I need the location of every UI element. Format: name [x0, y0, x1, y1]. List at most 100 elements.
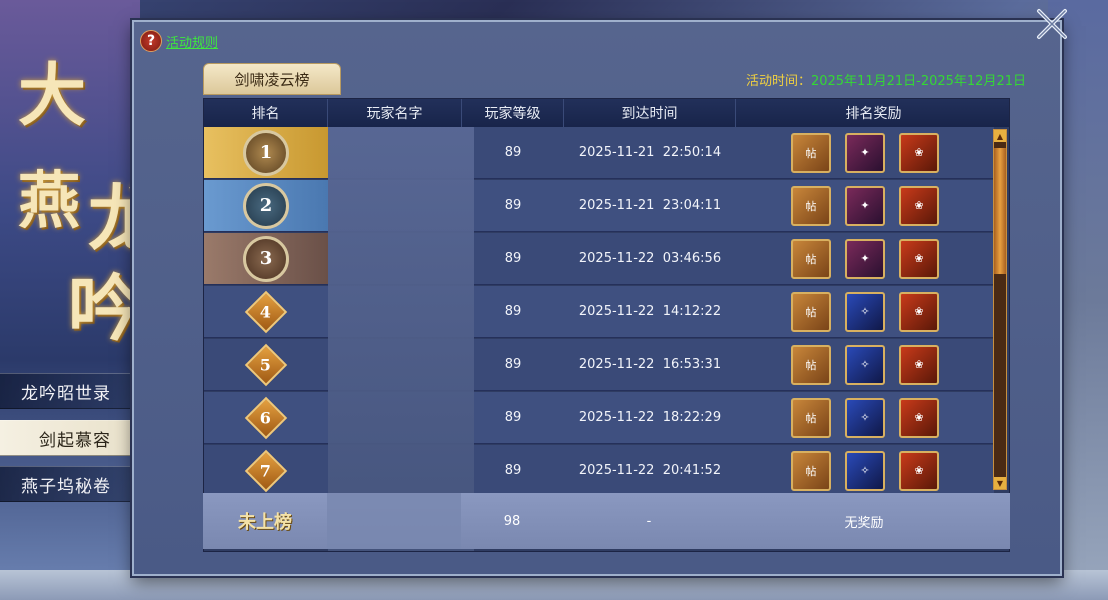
tab-label: 剑啸凌云榜 — [234, 70, 310, 89]
title-char: 吟 — [68, 266, 141, 351]
self-rank: 未上榜 — [203, 493, 327, 549]
sidebar-item-label: 剑起慕容 — [39, 430, 111, 451]
book-icon[interactable]: 帖 — [791, 238, 831, 279]
rank-medal-icon: 1 — [243, 129, 289, 176]
column-header: 玩家名字 — [328, 99, 462, 127]
table-row: 6 89 2025-11-22 18:22:29 帖 ✧ ❀ — [204, 392, 994, 444]
arrival-time-cell: 2025-11-22 18:22:29 — [578, 410, 722, 425]
question-icon: ? — [140, 30, 162, 52]
activity-time: 活动时间：2025年11月21日-2025年12月21日 — [746, 70, 1026, 89]
scroll-thumb[interactable] — [994, 148, 1006, 274]
activity-rules[interactable]: ? 活动规则 — [140, 30, 218, 52]
gift-icon[interactable]: ❀ — [899, 238, 939, 279]
feather-icon[interactable]: ✧ — [845, 397, 885, 438]
reward-cell: 帖 ✧ ❀ — [736, 286, 994, 337]
arrival-time-cell: 2025-11-21 23:04:11 — [578, 198, 722, 213]
reward-cell: 帖 ✦ ❀ — [736, 233, 994, 284]
title-char: 大 — [18, 56, 87, 136]
scroll-up-icon[interactable]: ▲ — [994, 130, 1006, 142]
rank-medal-icon: 2 — [243, 182, 289, 229]
player-level-cell: 89 — [504, 410, 522, 425]
gift-icon[interactable]: ❀ — [899, 344, 939, 385]
table-row: 5 89 2025-11-22 16:53:31 帖 ✧ ❀ — [204, 339, 994, 391]
feather-icon[interactable]: ✧ — [845, 291, 885, 332]
arrival-time-cell: 2025-11-22 03:46:56 — [578, 251, 722, 266]
activity-time-value: 2025年11月21日-2025年12月21日 — [810, 74, 1026, 89]
self-rank-row: 未上榜 98 - 无奖励 — [203, 493, 1010, 549]
close-icon — [1037, 9, 1067, 39]
feather-icon[interactable]: ✧ — [845, 450, 885, 491]
arrival-time-cell: 2025-11-22 16:53:31 — [578, 357, 722, 372]
rank-cell: 3 — [204, 233, 328, 284]
gift-icon[interactable]: ❀ — [899, 132, 939, 173]
wing-icon[interactable]: ✦ — [845, 238, 885, 279]
arrival-time-cell: 2025-11-21 22:50:14 — [578, 145, 722, 160]
ranking-table: 排名 玩家名字 玩家等级 到达时间 排名奖励 1 89 2025-11-21 22:… — [203, 98, 1010, 552]
book-icon[interactable]: 帖 — [791, 291, 831, 332]
activity-rules-link[interactable]: 活动规则 — [166, 32, 218, 51]
self-rank-label: 未上榜 — [238, 512, 292, 533]
wing-icon[interactable]: ✦ — [845, 185, 885, 226]
arrival-time-cell: 2025-11-22 14:12:22 — [578, 304, 722, 319]
table-row: 2 89 2025-11-21 23:04:11 帖 ✦ ❀ — [204, 180, 994, 232]
self-time: - — [646, 513, 652, 529]
reward-cell: 帖 ✦ ❀ — [736, 180, 994, 231]
player-level-cell: 89 — [504, 145, 522, 160]
rank-diamond-icon: 6 — [244, 396, 288, 439]
close-button[interactable] — [1034, 6, 1070, 42]
reward-cell: 帖 ✧ ❀ — [736, 392, 994, 443]
self-reward: 无奖励 — [844, 515, 884, 531]
gift-icon[interactable]: ❀ — [899, 450, 939, 491]
tab-ranking[interactable]: 剑啸凌云榜 — [203, 63, 341, 95]
column-header: 排名 — [204, 99, 328, 127]
sidebar-item-jianqi[interactable]: 剑起慕容 — [0, 420, 150, 456]
rank-cell: 2 — [204, 180, 328, 231]
rank-cell: 1 — [204, 127, 328, 178]
self-name — [327, 493, 461, 549]
player-level-cell: 89 — [504, 304, 522, 319]
sidebar-item-label: 龙吟昭世录 — [21, 383, 111, 404]
reward-cell: 帖 ✧ ❀ — [736, 445, 994, 496]
book-icon[interactable]: 帖 — [791, 185, 831, 226]
reward-cell: 帖 ✧ ❀ — [736, 339, 994, 390]
table-row: 7 89 2025-11-22 20:41:52 帖 ✧ ❀ — [204, 445, 994, 497]
book-icon[interactable]: 帖 — [791, 344, 831, 385]
feather-icon[interactable]: ✧ — [845, 344, 885, 385]
table-row: 3 89 2025-11-22 03:46:56 帖 ✦ ❀ — [204, 233, 994, 285]
gift-icon[interactable]: ❀ — [899, 397, 939, 438]
arrival-time-cell: 2025-11-22 20:41:52 — [578, 463, 722, 478]
gift-icon[interactable]: ❀ — [899, 291, 939, 332]
rank-cell: 7 — [204, 445, 328, 496]
blurred-player-names — [328, 127, 474, 551]
wing-icon[interactable]: ✦ — [845, 132, 885, 173]
sidebar-item-yanziwu[interactable]: 燕子坞秘卷 — [0, 466, 132, 502]
player-level-cell: 89 — [504, 251, 522, 266]
player-level-cell: 89 — [504, 357, 522, 372]
player-level-cell: 89 — [504, 463, 522, 478]
reward-cell: 帖 ✦ ❀ — [736, 127, 994, 178]
column-header: 玩家等级 — [462, 99, 564, 127]
rank-medal-icon: 3 — [243, 235, 289, 282]
self-level: 98 — [503, 513, 521, 529]
player-level-cell: 89 — [504, 198, 522, 213]
rank-diamond-icon: 4 — [244, 290, 288, 333]
column-header: 到达时间 — [564, 99, 736, 127]
book-icon[interactable]: 帖 — [791, 132, 831, 173]
table-header: 排名 玩家名字 玩家等级 到达时间 排名奖励 — [204, 99, 1009, 127]
scroll-down-icon[interactable]: ▼ — [994, 477, 1006, 489]
rank-diamond-icon: 7 — [244, 449, 288, 492]
table-scrollbar[interactable]: ▲ ▼ — [993, 129, 1007, 490]
rank-diamond-icon: 5 — [244, 343, 288, 386]
book-icon[interactable]: 帖 — [791, 397, 831, 438]
rank-cell: 4 — [204, 286, 328, 337]
table-row: 1 89 2025-11-21 22:50:14 帖 ✦ ❀ — [204, 127, 994, 179]
rank-cell: 5 — [204, 339, 328, 390]
gift-icon[interactable]: ❀ — [899, 185, 939, 226]
sidebar-item-longyin[interactable]: 龙吟昭世录 — [0, 373, 132, 409]
book-icon[interactable]: 帖 — [791, 450, 831, 491]
rank-cell: 6 — [204, 392, 328, 443]
table-row: 4 89 2025-11-22 14:12:22 帖 ✧ ❀ — [204, 286, 994, 338]
title-char: 燕 — [18, 164, 81, 237]
sidebar-item-label: 燕子坞秘卷 — [21, 476, 111, 497]
activity-time-label: 活动时间： — [745, 74, 811, 89]
